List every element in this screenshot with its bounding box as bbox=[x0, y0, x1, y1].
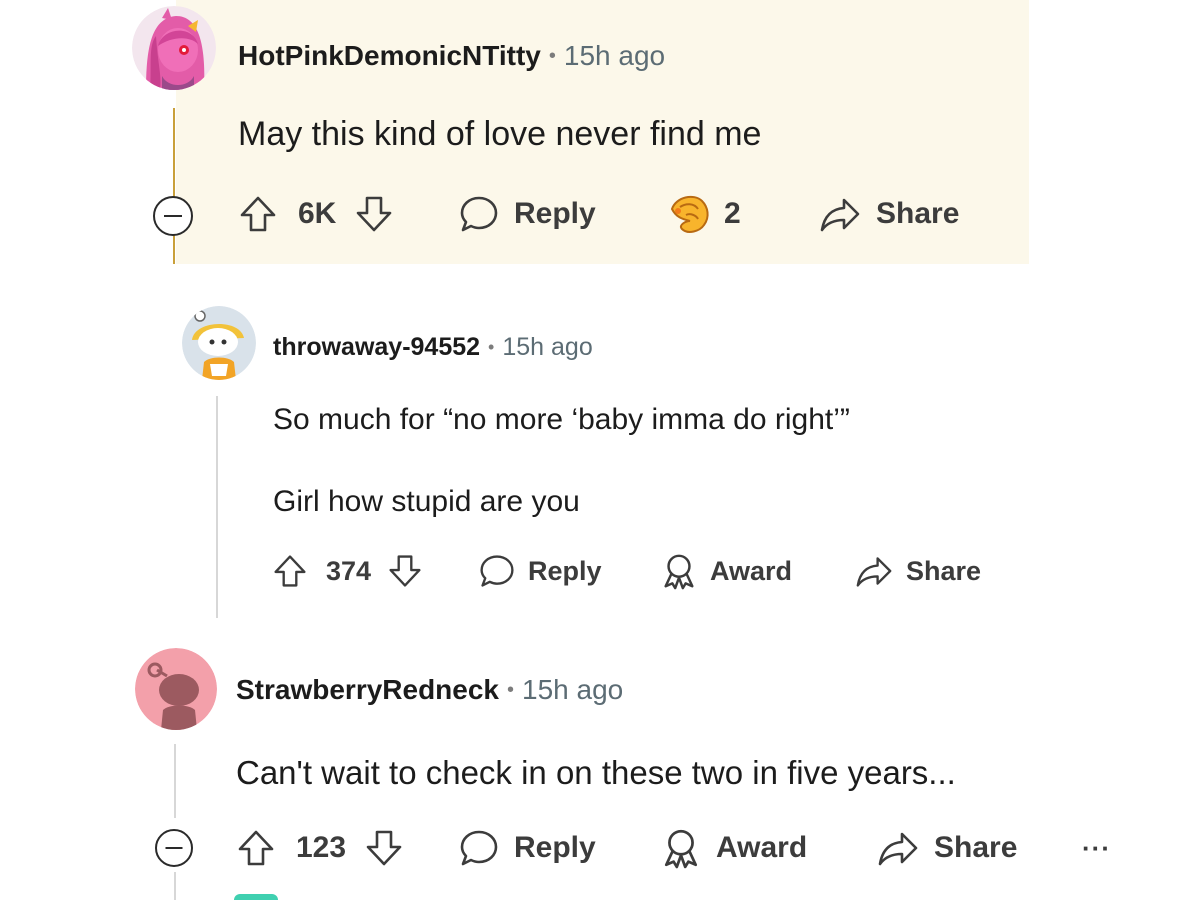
reply-button[interactable]: Reply bbox=[458, 192, 596, 236]
share-label: Share bbox=[934, 831, 1018, 864]
score: 123 bbox=[296, 831, 347, 864]
award-button[interactable]: 2 bbox=[666, 190, 741, 238]
share-button[interactable]: Share bbox=[876, 826, 1017, 870]
thread-line bbox=[174, 872, 176, 900]
collapse-minus-icon[interactable] bbox=[153, 196, 193, 236]
vote-controls: 374 bbox=[272, 551, 423, 591]
timestamp[interactable]: 15h ago bbox=[564, 40, 665, 72]
username[interactable]: StrawberryRedneck bbox=[236, 674, 499, 706]
collapse-minus-icon[interactable] bbox=[155, 829, 193, 867]
comment-meta: HotPinkDemonicNTitty • 15h ago bbox=[238, 38, 665, 74]
share-arrow-icon bbox=[876, 828, 920, 868]
downvote-icon[interactable] bbox=[364, 828, 404, 868]
vote-controls: 6K bbox=[238, 192, 394, 236]
reply-label: Reply bbox=[528, 555, 602, 586]
award-label: Award bbox=[710, 555, 793, 586]
award-icon bbox=[666, 191, 714, 237]
comment-bubble-icon bbox=[478, 552, 516, 590]
share-button[interactable]: Share bbox=[854, 551, 981, 591]
comment-body: Can't wait to check in on these two in f… bbox=[236, 754, 956, 791]
comment-body: May this kind of love never find me bbox=[238, 115, 762, 153]
timestamp[interactable]: 15h ago bbox=[502, 333, 592, 362]
award-button[interactable]: Award bbox=[660, 826, 807, 870]
timestamp[interactable]: 15h ago bbox=[522, 674, 623, 706]
downvote-icon[interactable] bbox=[387, 553, 423, 589]
upvote-icon[interactable] bbox=[272, 553, 308, 589]
comment-body-line: Girl how stupid are you bbox=[273, 485, 580, 518]
avatar[interactable] bbox=[135, 648, 217, 730]
reply-label: Reply bbox=[514, 831, 596, 864]
comment-body-line: So much for “no more ‘baby imma do right… bbox=[273, 403, 850, 436]
score: 374 bbox=[326, 555, 372, 586]
award-count: 2 bbox=[724, 197, 741, 230]
score: 6K bbox=[298, 197, 337, 230]
award-icon bbox=[660, 827, 702, 869]
reply-button[interactable]: Reply bbox=[478, 551, 602, 591]
vote-controls: 123 bbox=[236, 826, 404, 870]
more-label: ··· bbox=[1082, 832, 1111, 863]
share-label: Share bbox=[876, 197, 960, 230]
username[interactable]: HotPinkDemonicNTitty bbox=[238, 40, 541, 72]
reply-button[interactable]: Reply bbox=[458, 826, 596, 870]
share-arrow-icon bbox=[818, 194, 862, 234]
comment-bubble-icon bbox=[458, 827, 500, 869]
separator-dot: • bbox=[507, 678, 515, 701]
separator-dot: • bbox=[488, 336, 495, 357]
upvote-icon[interactable] bbox=[238, 194, 278, 234]
share-label: Share bbox=[906, 555, 982, 586]
next-avatar-partial bbox=[234, 894, 278, 900]
award-button[interactable]: Award bbox=[660, 551, 792, 591]
comment-meta: StrawberryRedneck • 15h ago bbox=[236, 672, 623, 708]
avatar[interactable] bbox=[132, 6, 216, 90]
avatar[interactable] bbox=[182, 306, 256, 380]
thread-line bbox=[173, 108, 175, 264]
thread-line bbox=[174, 744, 176, 818]
share-button[interactable]: Share bbox=[818, 192, 959, 236]
reply-label: Reply bbox=[514, 197, 596, 230]
upvote-icon[interactable] bbox=[236, 828, 276, 868]
share-arrow-icon bbox=[854, 553, 894, 589]
thread-line bbox=[216, 396, 218, 618]
award-icon bbox=[660, 552, 698, 590]
award-label: Award bbox=[716, 831, 808, 864]
downvote-icon[interactable] bbox=[354, 194, 394, 234]
comment-bubble-icon bbox=[458, 193, 500, 235]
separator-dot: • bbox=[548, 44, 556, 67]
username[interactable]: throwaway-94552 bbox=[273, 333, 480, 362]
more-options-icon[interactable]: ··· bbox=[1082, 830, 1111, 866]
comment-meta: throwaway-94552 • 15h ago bbox=[273, 331, 593, 363]
